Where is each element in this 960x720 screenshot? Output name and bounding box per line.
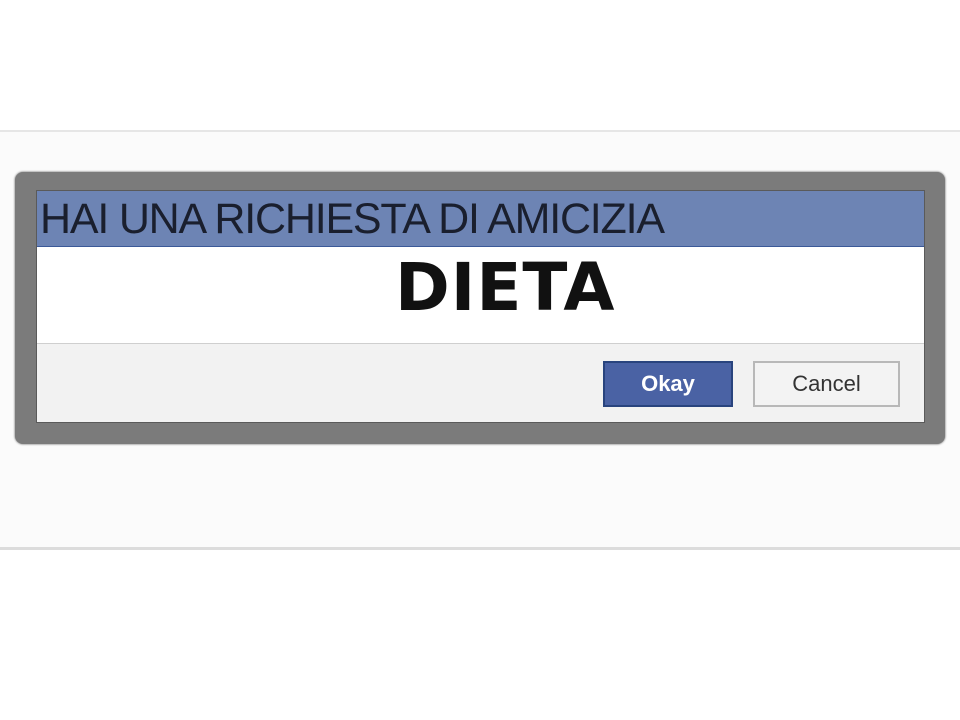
screenshot-stage: HAI UNA RICHIESTA DI AMICIZIA DIETA Okay…	[0, 0, 960, 720]
dialog-body: DIETA	[37, 247, 924, 343]
dialog-footer: Okay Cancel	[37, 343, 924, 422]
friend-request-dialog: HAI UNA RICHIESTA DI AMICIZIA DIETA Okay…	[36, 190, 925, 423]
cancel-button[interactable]: Cancel	[753, 361, 900, 407]
dialog-header: HAI UNA RICHIESTA DI AMICIZIA	[37, 191, 924, 247]
dialog-message: DIETA	[395, 249, 616, 326]
okay-button[interactable]: Okay	[603, 361, 733, 407]
dialog-title: HAI UNA RICHIESTA DI AMICIZIA	[40, 195, 665, 243]
